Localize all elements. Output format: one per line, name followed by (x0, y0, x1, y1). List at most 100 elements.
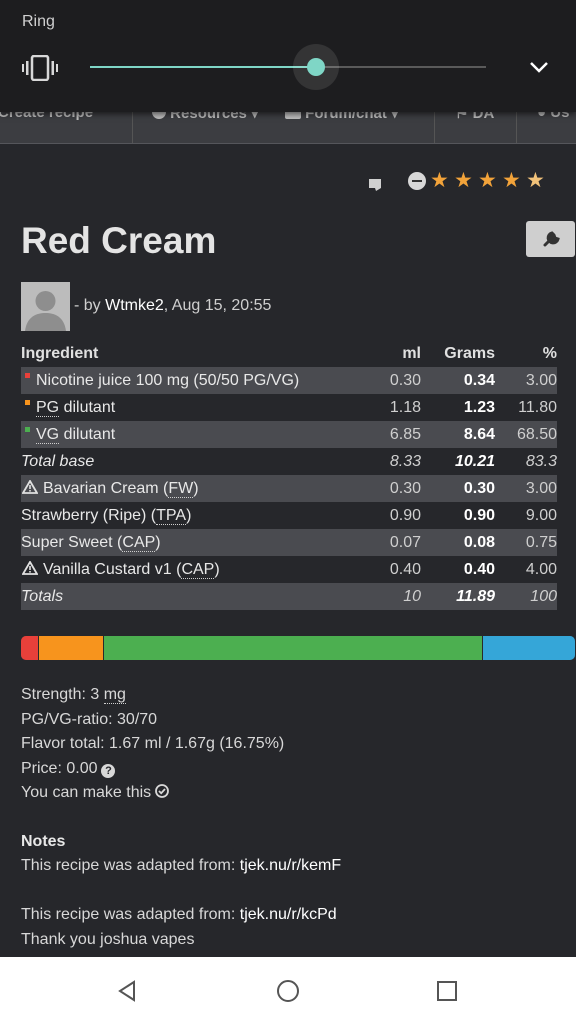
recents-icon[interactable] (433, 977, 461, 1005)
cell-grams: 8.64 (421, 421, 495, 448)
table-row: Nicotine juice 100 mg (50/50 PG/VG) 0.30… (21, 367, 557, 394)
notes-text: This recipe was adapted from: (21, 906, 240, 923)
cell-percent: 100 (495, 583, 557, 610)
ingredient-name[interactable]: Vanilla Custard v1 (CAP) (21, 556, 361, 583)
ingredient-label: dilutant (59, 398, 116, 416)
home-icon[interactable] (274, 977, 302, 1005)
table-row: Super Sweet (CAP) 0.07 0.08 0.75 (21, 529, 557, 556)
header-ml: ml (402, 345, 421, 362)
notes-link[interactable]: tjek.nu/r/kemF (240, 857, 341, 874)
cell-grams: 10.21 (454, 452, 495, 470)
composition-segment-pg (38, 636, 103, 660)
table-row: Total base 8.33 10.21 83.3 (21, 448, 557, 475)
abbr: PG (36, 398, 60, 417)
table-row: VG dilutant 6.85 8.64 68.50 (21, 421, 557, 448)
ingredient-label: Vanilla Custard v1 ( (43, 560, 182, 578)
vibrate-icon[interactable] (22, 55, 58, 81)
avatar-silhouette-icon (25, 291, 66, 331)
composition-segment-vg (103, 636, 482, 660)
warning-icon (22, 560, 38, 575)
ingredient-label-end: ) (186, 506, 192, 524)
ingredient-name[interactable]: Strawberry (Ripe) (TPA) (21, 502, 361, 529)
table-row: Vanilla Custard v1 (CAP) 0.40 0.40 4.00 (21, 556, 557, 583)
header-percent: % (542, 345, 557, 362)
notes-heading: Notes (21, 833, 66, 850)
notes-line: This recipe was adapted from: tjek.nu/r/… (21, 906, 337, 924)
star-icon[interactable]: ★ (454, 170, 473, 191)
cell-ml: 10 (361, 583, 421, 610)
ingredient-label-end: ) (193, 479, 199, 497)
vg-color-marker (25, 426, 30, 432)
tag-icon[interactable] (367, 176, 383, 192)
cell-percent: 83.3 (525, 452, 557, 470)
cell-percent: 0.75 (495, 529, 557, 556)
can-make-label: You can make this (21, 784, 152, 801)
warning-icon (22, 479, 38, 494)
edit-button[interactable] (526, 221, 575, 257)
strength-unit: mg (103, 686, 126, 704)
ingredient-name: Nicotine juice 100 mg (50/50 PG/VG) (21, 367, 361, 394)
ingredient-name[interactable]: Super Sweet (CAP) (21, 529, 361, 556)
header-ingredient: Ingredient (21, 345, 99, 362)
cell-ml: 0.90 (389, 506, 421, 524)
cell-percent: 68.50 (495, 421, 557, 448)
ring-volume-slider[interactable] (90, 44, 486, 90)
cell-ml: 0.30 (361, 475, 421, 502)
ingredient-name: Totals (21, 583, 361, 610)
recipe-title: Red Cream (21, 220, 217, 261)
abbr: FW (168, 479, 194, 498)
notes-text: This recipe was adapted from: (21, 857, 240, 874)
cell-ml: 6.85 (361, 421, 421, 448)
flavor-total-text: Flavor total: 1.67 ml / 1.67g (16.75%) (21, 735, 285, 752)
composition-segment-nicotine (21, 636, 38, 660)
cell-grams: 0.08 (421, 529, 495, 556)
cell-grams: 0.34 (421, 367, 495, 394)
notes-link[interactable]: tjek.nu/r/kcPd (240, 906, 337, 923)
price-label: Price: 0.00 (21, 760, 98, 777)
table-row: PG dilutant 1.18 1.23 11.80 (21, 394, 557, 421)
ingredient-label: Bavarian Cream ( (43, 479, 169, 497)
pg-color-marker (25, 399, 30, 405)
composition-bar (21, 636, 575, 660)
slider-thumb[interactable] (307, 58, 325, 76)
remove-rating-icon[interactable] (408, 172, 426, 190)
star-icon[interactable]: ★ (502, 170, 521, 191)
star-icon[interactable]: ★ (430, 170, 449, 191)
cell-grams: 0.40 (463, 560, 495, 578)
byline: - by Wtmke2, Aug 15, 20:55 (74, 297, 271, 315)
author-avatar[interactable] (21, 282, 70, 331)
cell-grams: 11.89 (421, 583, 495, 610)
strength-text: Strength: 3 mg (21, 686, 126, 704)
ingredient-label: dilutant (59, 425, 116, 443)
cell-ml: 8.33 (389, 452, 421, 470)
back-icon[interactable] (114, 977, 142, 1005)
wrench-icon (543, 231, 560, 247)
help-icon[interactable]: ? (101, 764, 116, 778)
table-row: Bavarian Cream (FW) 0.30 0.30 3.00 (21, 475, 557, 502)
ring-title: Ring (22, 13, 55, 30)
ingredient-label: Super Sweet ( (21, 533, 123, 551)
table-row: Strawberry (Ripe) (TPA) 0.90 0.90 9.00 (21, 502, 557, 529)
chevron-down-icon[interactable] (527, 56, 551, 78)
byline-date: , Aug 15, 20:55 (163, 297, 272, 314)
can-make-text: You can make this (21, 784, 170, 802)
cell-ml: 1.18 (389, 398, 421, 416)
cell-ml: 0.40 (389, 560, 421, 578)
byline-prefix: - by (74, 297, 106, 314)
ingredient-name: VG dilutant (21, 421, 361, 448)
header-grams: Grams (444, 345, 495, 362)
pg-vg-ratio-text: PG/VG-ratio: 30/70 (21, 711, 158, 728)
star-icon[interactable]: ★ (478, 170, 497, 191)
ingredient-name[interactable]: Bavarian Cream (FW) (21, 475, 361, 502)
nicotine-color-marker (25, 372, 30, 378)
cell-percent: 4.00 (525, 560, 557, 578)
star-icon[interactable]: ★ (526, 170, 545, 191)
ingredient-table: Ingredient ml Grams % Nicotine juice 100… (21, 343, 557, 610)
table-header-row: Ingredient ml Grams % (21, 343, 557, 367)
strength-label: Strength: 3 (21, 686, 104, 703)
ingredient-name: PG dilutant (21, 394, 361, 421)
abbr: VG (36, 425, 60, 444)
cell-ml: 0.30 (361, 367, 421, 394)
author-link[interactable]: Wtmke2 (105, 297, 164, 314)
ingredient-label-end: ) (155, 533, 161, 551)
